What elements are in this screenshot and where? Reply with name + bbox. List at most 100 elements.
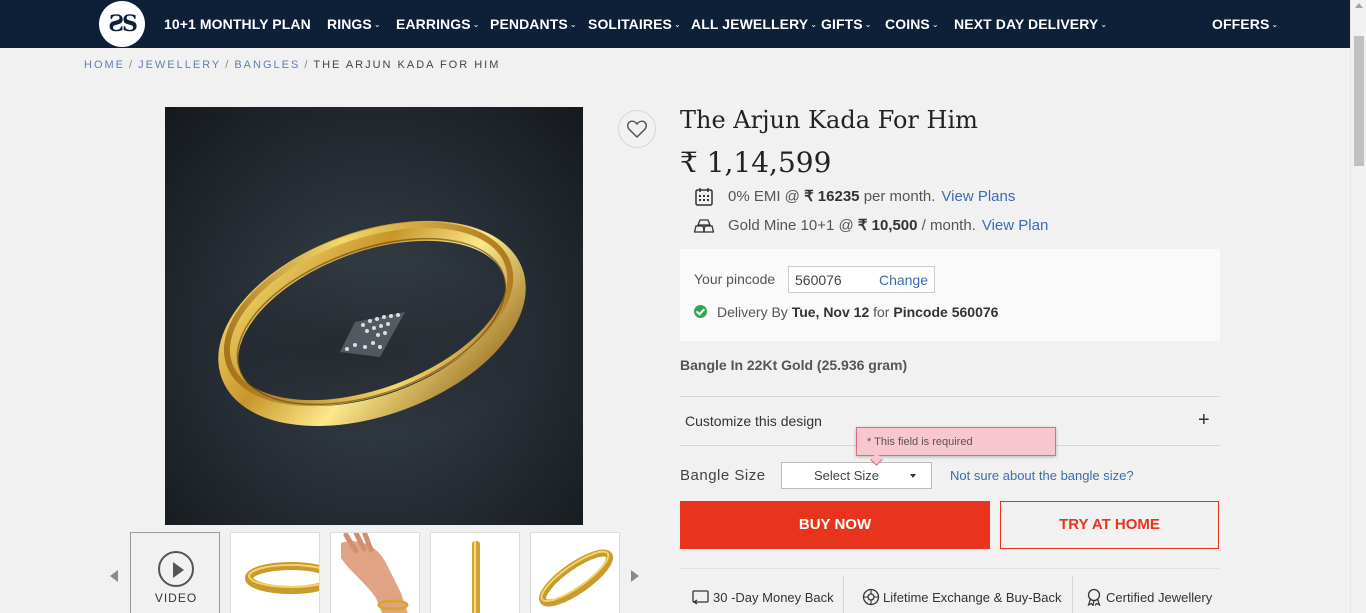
delivery-middle: for bbox=[873, 304, 890, 320]
pincode-panel: Your pincode 560076 Change Delivery By T… bbox=[680, 249, 1220, 341]
return-icon bbox=[692, 590, 709, 605]
nav-item-gifts[interactable]: GIFTS ⌄ bbox=[821, 14, 872, 34]
chevron-down-icon: ⌄ bbox=[931, 20, 939, 30]
chevron-down-icon: ⌄ bbox=[472, 20, 480, 30]
chevron-down-icon: ⌄ bbox=[864, 20, 872, 30]
heart-icon bbox=[627, 120, 647, 138]
nav-item-pendants[interactable]: PENDANTS ⌄ bbox=[490, 14, 577, 34]
check-circle-icon bbox=[694, 305, 707, 318]
thumbnail-bangle-on-wrist[interactable] bbox=[330, 532, 420, 613]
product-main-image[interactable] bbox=[165, 107, 583, 525]
scroll-up-arrow-icon[interactable] bbox=[1355, 3, 1363, 8]
pincode-value: 560076 bbox=[795, 272, 842, 288]
view-plans-link[interactable]: View Plans bbox=[941, 188, 1015, 205]
nav-item-all-jewellery[interactable]: ALL JEWELLERY ⌄ bbox=[691, 14, 817, 34]
thumbnail-image bbox=[245, 562, 319, 594]
bangle-size-select[interactable]: Select Size bbox=[781, 462, 932, 489]
pincode-label: Your pincode bbox=[694, 271, 776, 287]
pincode-field[interactable]: 560076 Change bbox=[788, 266, 935, 293]
gold-mine-row: Gold Mine 10+1 @ ₹ 10,500 / month. View P… bbox=[694, 216, 1048, 236]
try-at-home-button[interactable]: TRY AT HOME bbox=[1000, 501, 1219, 549]
bangle-size-help-link[interactable]: Not sure about the bangle size? bbox=[950, 468, 1134, 483]
chevron-down-icon: ⌄ bbox=[569, 20, 577, 30]
thumbnail-image bbox=[472, 541, 480, 613]
bangle-illustration bbox=[195, 220, 535, 437]
nav-item-label: OFFERS bbox=[1212, 16, 1270, 32]
customize-design-toggle[interactable]: Customize this design bbox=[685, 413, 822, 429]
breadcrumb-bangles[interactable]: BANGLES bbox=[234, 59, 300, 71]
divider bbox=[843, 576, 844, 613]
nav-item-label: COINS bbox=[885, 16, 930, 32]
wishlist-button[interactable] bbox=[618, 110, 656, 148]
emi-row: 0% EMI @ ₹ 16235 per month. View Plans bbox=[694, 187, 1015, 207]
brand-logo[interactable]: ƧS bbox=[99, 1, 145, 47]
thumbnail-bangle-edge[interactable] bbox=[430, 532, 520, 613]
product-title: The Arjun Kada For Him bbox=[680, 106, 978, 134]
assurance-border bbox=[680, 568, 1220, 569]
page-scrollbar[interactable] bbox=[1350, 0, 1366, 613]
nav-item-solitaires[interactable]: SOLITAIRES ⌄ bbox=[588, 14, 681, 34]
thumbnail-image bbox=[341, 533, 409, 613]
caret-down-icon bbox=[910, 474, 916, 478]
thumbnail-video[interactable]: VIDEO bbox=[130, 532, 220, 613]
divider bbox=[1072, 576, 1073, 613]
divider bbox=[680, 396, 1220, 397]
nav-item-coins[interactable]: COINS ⌄ bbox=[885, 14, 939, 34]
nav-item-label: RINGS bbox=[327, 16, 372, 32]
nav-item-earrings[interactable]: EARRINGS ⌄ bbox=[396, 14, 480, 34]
nav-item-label: SOLITAIRES bbox=[588, 16, 672, 32]
assurance-label: 30 -Day Money Back bbox=[713, 590, 834, 605]
pincode-change-link[interactable]: Change bbox=[879, 272, 928, 288]
view-plan-link[interactable]: View Plan bbox=[982, 217, 1048, 234]
nav-item-label: EARRINGS bbox=[396, 16, 471, 32]
bangle-size-value: Select Size bbox=[814, 468, 880, 483]
breadcrumb-separator: / bbox=[129, 59, 135, 71]
calendar-icon bbox=[695, 188, 713, 206]
plus-icon[interactable]: + bbox=[1198, 410, 1210, 430]
gold-bars-icon bbox=[694, 219, 714, 233]
breadcrumb-separator: / bbox=[304, 59, 310, 71]
nav-item-rings[interactable]: RINGS ⌄ bbox=[327, 14, 381, 34]
play-icon bbox=[158, 551, 194, 587]
breadcrumb-home[interactable]: HOME bbox=[84, 59, 125, 71]
emi-prefix: 0% EMI @ bbox=[728, 188, 800, 205]
breadcrumb-jewellery[interactable]: JEWELLERY bbox=[138, 59, 221, 71]
gold-mine-suffix: / month. bbox=[921, 217, 976, 234]
thumbnail-image bbox=[539, 549, 613, 607]
breadcrumb-separator: / bbox=[225, 59, 231, 71]
validation-message: * This field is required bbox=[867, 436, 973, 448]
thumbnail-bangle-side[interactable] bbox=[230, 532, 320, 613]
chevron-down-icon: ⌄ bbox=[1271, 20, 1279, 30]
delivery-estimate: Delivery By Tue, Nov 12 for Pincode 5600… bbox=[694, 304, 998, 320]
assurance-certified[interactable]: Certified Jewellery bbox=[1085, 588, 1212, 606]
chevron-down-icon: ⌄ bbox=[673, 20, 681, 30]
thumbnail-next-arrow-icon[interactable] bbox=[631, 570, 639, 582]
nav-item-label: PENDANTS bbox=[490, 16, 568, 32]
nav-item-label: 10+1 MONTHLY PLAN bbox=[164, 16, 311, 32]
nav-item-label: NEXT DAY DELIVERY bbox=[954, 16, 1099, 32]
delivery-date: Tue, Nov 12 bbox=[791, 304, 870, 320]
emi-suffix: per month. bbox=[863, 188, 936, 205]
nav-item-monthly-plan[interactable]: 10+1 MONTHLY PLAN bbox=[164, 14, 311, 34]
buy-now-button[interactable]: BUY NOW bbox=[680, 501, 990, 549]
nav-item-offers[interactable]: OFFERS ⌄ bbox=[1212, 14, 1278, 34]
logo-mark: ƧS bbox=[108, 11, 138, 37]
bangle-size-label: Bangle Size bbox=[680, 467, 766, 484]
video-label: VIDEO bbox=[154, 591, 198, 605]
assurance-money-back[interactable]: 30 -Day Money Back bbox=[692, 588, 834, 606]
breadcrumb: HOME / JEWELLERY / BANGLES / THE ARJUN KADA FO… bbox=[84, 59, 500, 71]
delivery-prefix: Delivery By bbox=[717, 304, 788, 320]
gold-mine-prefix: Gold Mine 10+1 @ bbox=[728, 217, 854, 234]
scroll-thumb[interactable] bbox=[1354, 36, 1364, 166]
chevron-down-icon: ⌄ bbox=[810, 20, 818, 30]
top-navigation: ƧS 10+1 MONTHLY PLAN RINGS ⌄ EARRINGS ⌄ PE… bbox=[0, 0, 1350, 48]
assurance-exchange[interactable]: Lifetime Exchange & Buy-Back bbox=[862, 588, 1061, 606]
certificate-icon bbox=[1087, 588, 1101, 606]
nav-item-next-day-delivery[interactable]: NEXT DAY DELIVERY ⌄ bbox=[954, 14, 1107, 34]
product-price: ₹ 1,14,599 bbox=[680, 146, 832, 179]
thumbnail-bangle-angle[interactable] bbox=[530, 532, 620, 613]
chevron-down-icon: ⌄ bbox=[373, 20, 381, 30]
thumbnail-prev-arrow-icon[interactable] bbox=[110, 570, 118, 582]
gold-mine-amount: ₹ 10,500 bbox=[857, 217, 918, 234]
validation-tooltip: * This field is required bbox=[856, 427, 1056, 456]
